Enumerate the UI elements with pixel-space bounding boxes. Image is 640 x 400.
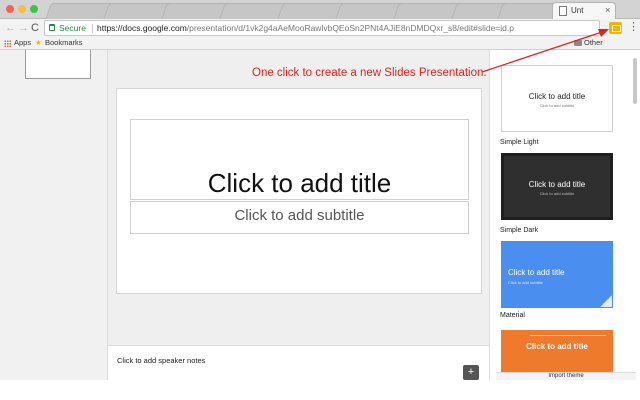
annotation-arrow — [481, 29, 609, 73]
browser-window: Unt × ← → C Secure https://docs.google.c… — [0, 0, 640, 400]
